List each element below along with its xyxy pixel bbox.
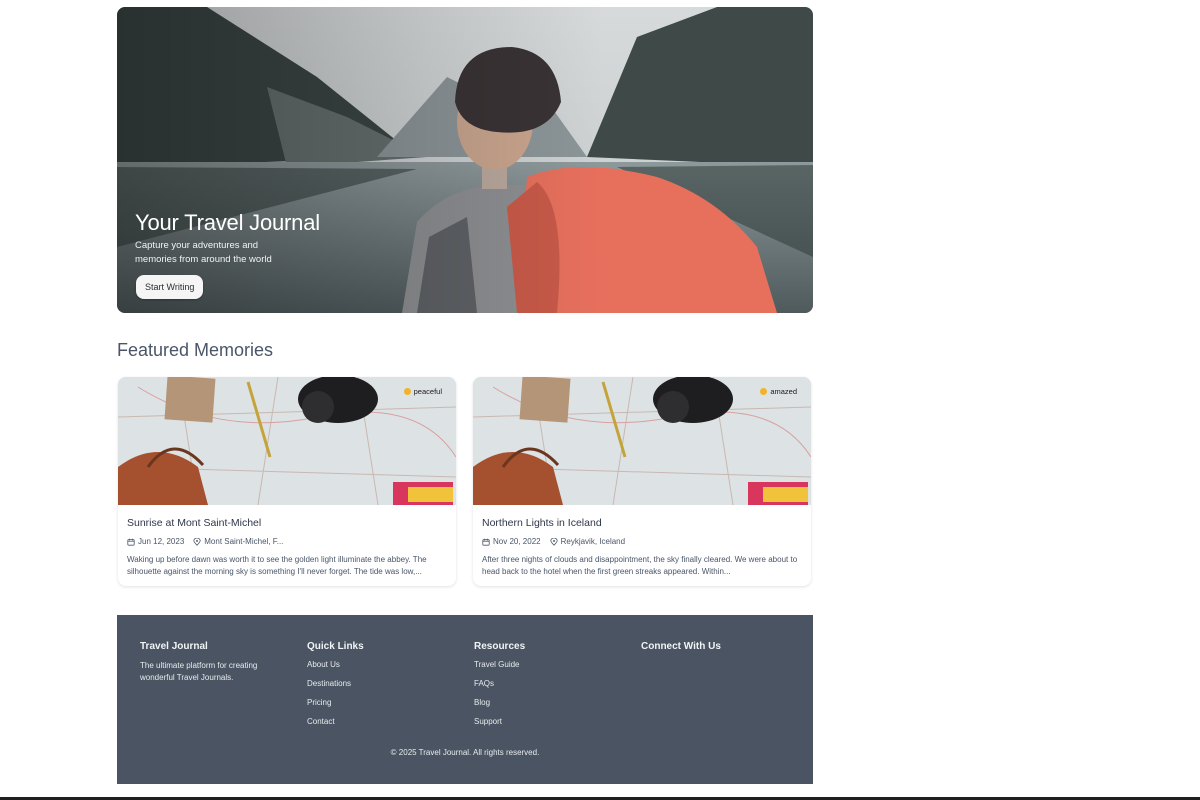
site-footer: Travel Journal The ultimate platform for… xyxy=(117,615,813,784)
memory-date: Nov 20, 2022 xyxy=(482,537,541,546)
emoji-icon xyxy=(403,388,411,395)
memory-card-image: peaceful xyxy=(118,377,456,505)
footer-quick-links-title: Quick Links xyxy=(307,641,364,652)
footer-link-contact[interactable]: Contact xyxy=(307,717,335,726)
memory-location: Reykjavik, Iceland xyxy=(549,537,626,546)
hero-overlay xyxy=(117,7,813,313)
memory-location: Mont Saint-Michel, F... xyxy=(193,537,283,546)
footer-link-blog[interactable]: Blog xyxy=(474,698,490,707)
calendar-icon xyxy=(482,538,490,546)
footer-link-about-us[interactable]: About Us xyxy=(307,660,340,669)
footer-link-destinations[interactable]: Destinations xyxy=(307,679,351,688)
footer-copyright: © 2025 Travel Journal. All rights reserv… xyxy=(390,748,540,757)
footer-link-support[interactable]: Support xyxy=(474,717,502,726)
footer-brand-description: The ultimate platform for creating wonde… xyxy=(140,661,258,682)
location-pin-icon xyxy=(193,537,201,546)
footer-resources: Resources Travel Guide FAQs Blog Support xyxy=(474,641,525,736)
footer-resources-title: Resources xyxy=(474,641,526,652)
footer-brand: Travel Journal The ultimate platform for… xyxy=(140,641,280,684)
featured-memories-heading: Featured Memories xyxy=(117,340,274,360)
hero-subtitle: Capture your adventures and memories fro… xyxy=(135,240,272,265)
mood-label: peaceful xyxy=(413,387,442,396)
footer-connect-title: Connect With Us xyxy=(641,641,721,652)
calendar-icon xyxy=(127,538,135,546)
memory-date-text: Jun 12, 2023 xyxy=(138,537,185,546)
memory-card[interactable]: amazed Northern Lights in Iceland Nov 20… xyxy=(473,377,811,586)
memory-date-text: Nov 20, 2022 xyxy=(493,537,541,546)
footer-link-pricing[interactable]: Pricing xyxy=(307,698,331,707)
footer-link-faqs[interactable]: FAQs xyxy=(474,679,494,688)
hero-title: Your Travel Journal xyxy=(135,210,320,235)
footer-quick-links: Quick Links About Us Destinations Pricin… xyxy=(307,641,364,736)
location-pin-icon xyxy=(549,537,558,546)
start-writing-button[interactable]: Start Writing xyxy=(136,275,204,299)
memory-card-title[interactable]: Sunrise at Mont Saint-Michel xyxy=(127,517,261,529)
memory-location-text: Mont Saint-Michel, F... xyxy=(204,537,284,546)
memory-card-image: amazed xyxy=(473,377,811,505)
mood-label: amazed xyxy=(770,387,797,396)
mood-badge: amazed xyxy=(760,387,797,396)
memory-card-excerpt: After three nights of clouds and disappo… xyxy=(482,555,798,576)
mood-badge: peaceful xyxy=(403,387,442,396)
hero-banner: Your Travel Journal Capture your adventu… xyxy=(117,7,813,313)
memory-card[interactable]: peaceful Sunrise at Mont Saint-Michel Ju… xyxy=(118,377,456,586)
memory-card-meta: Jun 12, 2023 Mont Saint-Michel, F... xyxy=(127,537,283,546)
memory-card-excerpt: Waking up before dawn was worth it to se… xyxy=(127,555,427,576)
memory-date: Jun 12, 2023 xyxy=(127,537,184,546)
memory-location-text: Reykjavik, Iceland xyxy=(560,537,626,546)
footer-connect: Connect With Us xyxy=(641,641,721,660)
memory-card-title[interactable]: Northern Lights in Iceland xyxy=(482,517,602,529)
emoji-icon xyxy=(760,388,768,395)
memory-card-meta: Nov 20, 2022 Reykjavik, Iceland xyxy=(482,537,625,546)
footer-brand-title: Travel Journal xyxy=(140,641,208,652)
footer-link-travel-guide[interactable]: Travel Guide xyxy=(474,660,520,669)
